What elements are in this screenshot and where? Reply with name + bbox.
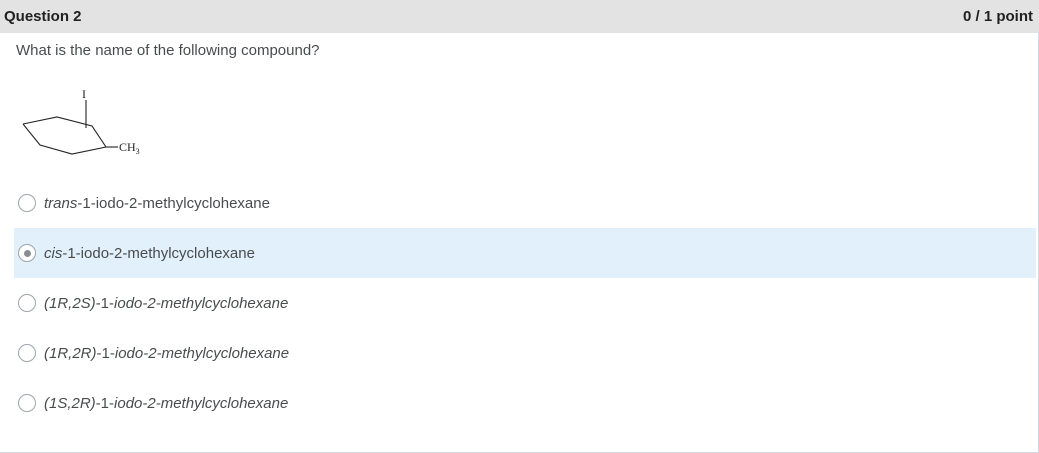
choice-label: (1R,2S)-1-iodo-2-methylcyclohexane	[44, 294, 289, 312]
compound-structure-image: I CH3	[18, 86, 178, 156]
answer-choices: trans-1-iodo-2-methylcyclohexane cis-1-i…	[0, 178, 1038, 428]
question-card: Question 2 0 / 1 point What is the name …	[0, 0, 1039, 453]
radio-button[interactable]	[18, 294, 36, 312]
choice-trans[interactable]: trans-1-iodo-2-methylcyclohexane	[0, 178, 1038, 228]
radio-button[interactable]	[18, 394, 36, 412]
choice-cis[interactable]: cis-1-iodo-2-methylcyclohexane	[14, 228, 1036, 278]
methyl-label: CH3	[119, 140, 140, 156]
radio-button[interactable]	[18, 344, 36, 362]
choice-label: (1R,2R)-1-iodo-2-methylcyclohexane	[44, 344, 290, 362]
question-score: 0 / 1 point	[962, 8, 1033, 25]
radio-dot-icon	[23, 249, 31, 257]
question-title: Question 2	[4, 8, 82, 25]
choice-label: cis-1-iodo-2-methylcyclohexane	[44, 244, 255, 262]
cyclohexane-chair-drawing: I CH3	[22, 87, 140, 156]
choice-1r2r[interactable]: (1R,2R)-1-iodo-2-methylcyclohexane	[0, 328, 1038, 378]
choice-1s2r[interactable]: (1S,2R)-1-iodo-2-methylcyclohexane	[0, 378, 1038, 428]
iodine-label: I	[82, 87, 86, 101]
choice-label: trans-1-iodo-2-methylcyclohexane	[44, 194, 270, 212]
choice-1r2s[interactable]: (1R,2S)-1-iodo-2-methylcyclohexane	[0, 278, 1038, 328]
choice-label: (1S,2R)-1-iodo-2-methylcyclohexane	[44, 394, 289, 412]
question-body: What is the name of the following compou…	[0, 33, 1039, 453]
radio-button-selected[interactable]	[18, 244, 36, 262]
ring-bonds	[22, 116, 107, 155]
radio-button[interactable]	[18, 194, 36, 212]
question-header: Question 2 0 / 1 point	[0, 0, 1039, 33]
question-prompt: What is the name of the following compou…	[16, 42, 320, 59]
